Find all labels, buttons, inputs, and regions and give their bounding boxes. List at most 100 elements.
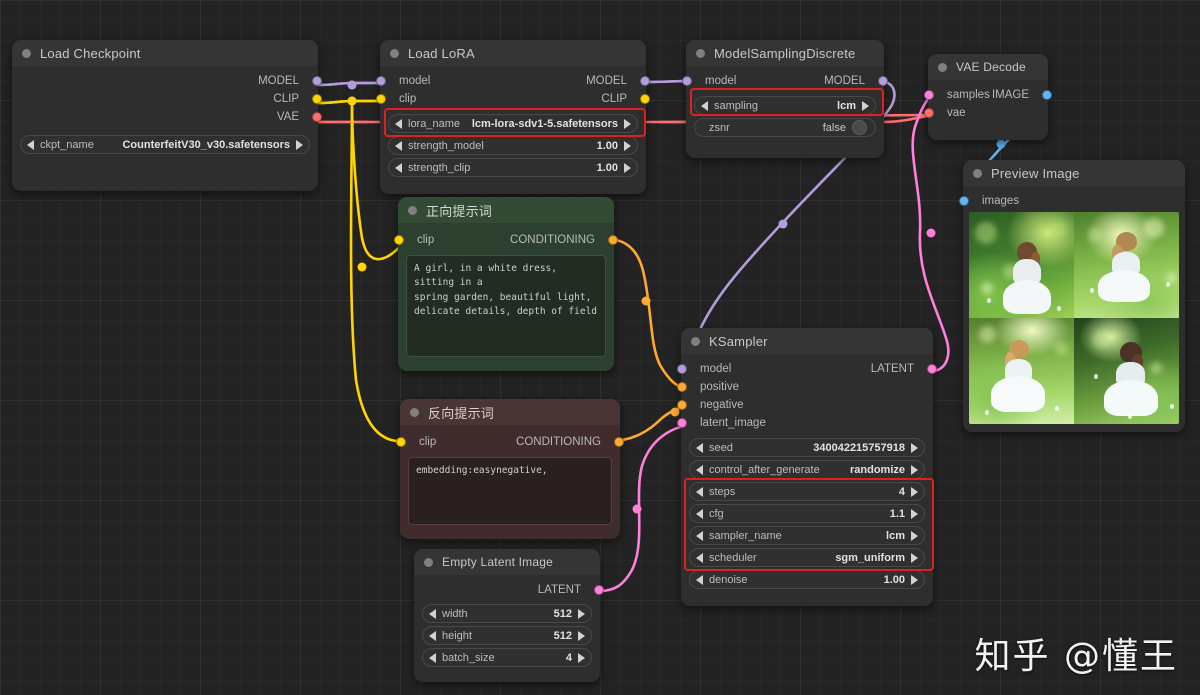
widget-strength-clip[interactable]: strength_clip 1.00 xyxy=(388,158,638,177)
increment-arrow-icon[interactable] xyxy=(862,100,869,111)
increment-arrow-icon[interactable] xyxy=(911,486,918,497)
widget-height[interactable]: height 512 xyxy=(422,626,592,645)
increment-arrow-icon[interactable] xyxy=(911,574,918,585)
slot-row-samples-image[interactable]: samples IMAGE xyxy=(924,86,1052,104)
port-dot-conditioning[interactable] xyxy=(614,437,624,447)
collapse-dot-icon[interactable] xyxy=(22,48,31,58)
increment-arrow-icon[interactable] xyxy=(911,508,918,519)
port-dot-latent-out[interactable] xyxy=(927,364,937,374)
port-dot-images[interactable] xyxy=(959,196,969,206)
widget-zsnr[interactable]: zsnr false xyxy=(694,118,876,137)
decrement-arrow-icon[interactable] xyxy=(395,118,402,129)
increment-arrow-icon[interactable] xyxy=(296,139,303,150)
toggle-knob-icon[interactable] xyxy=(852,120,867,135)
node-header-empty-latent-image[interactable]: Empty Latent Image xyxy=(414,549,600,575)
port-dot-latent[interactable] xyxy=(594,585,604,595)
widget-ckpt-name[interactable]: ckpt_name CounterfeitV30_v30.safetensors xyxy=(20,135,310,154)
collapse-dot-icon[interactable] xyxy=(938,62,947,72)
port-dot-clip[interactable] xyxy=(396,437,406,447)
decrement-arrow-icon[interactable] xyxy=(429,608,436,619)
collapse-dot-icon[interactable] xyxy=(691,336,700,346)
decrement-arrow-icon[interactable] xyxy=(27,139,34,150)
port-dot-vae[interactable] xyxy=(312,112,322,122)
node-ksampler[interactable]: KSampler model LATENT positive negative … xyxy=(677,328,937,606)
slot-row-positive[interactable]: positive xyxy=(677,378,933,396)
slot-row-model[interactable]: model MODEL xyxy=(682,72,888,90)
node-header-positive-prompt[interactable]: 正向提示词 xyxy=(398,197,614,223)
port-dot-model[interactable] xyxy=(677,364,687,374)
widget-sampling[interactable]: sampling lcm xyxy=(694,96,876,115)
increment-arrow-icon[interactable] xyxy=(624,118,631,129)
decrement-arrow-icon[interactable] xyxy=(696,530,703,541)
port-dot-latent-image[interactable] xyxy=(677,418,687,428)
decrement-arrow-icon[interactable] xyxy=(429,652,436,663)
decrement-arrow-icon[interactable] xyxy=(696,464,703,475)
node-header-vae-decode[interactable]: VAE Decode xyxy=(928,54,1048,80)
output-slot-clip[interactable]: CLIP xyxy=(12,90,322,108)
increment-arrow-icon[interactable] xyxy=(911,552,918,563)
slot-row-vae[interactable]: vae xyxy=(924,104,1048,122)
node-negative-prompt[interactable]: 反向提示词 clip CONDITIONING embedding:easyne… xyxy=(396,399,624,539)
widget-width[interactable]: width 512 xyxy=(422,604,592,623)
slot-row-negative[interactable]: negative xyxy=(677,396,933,414)
port-dot-conditioning[interactable] xyxy=(608,235,618,245)
node-load-checkpoint[interactable]: Load Checkpoint MODEL CLIP VAE ckpt_name… xyxy=(12,40,322,191)
increment-arrow-icon[interactable] xyxy=(624,162,631,173)
port-dot-model-in[interactable] xyxy=(376,76,386,86)
increment-arrow-icon[interactable] xyxy=(911,464,918,475)
decrement-arrow-icon[interactable] xyxy=(696,508,703,519)
decrement-arrow-icon[interactable] xyxy=(696,486,703,497)
increment-arrow-icon[interactable] xyxy=(911,442,918,453)
node-header-preview-image[interactable]: Preview Image xyxy=(963,160,1185,186)
decrement-arrow-icon[interactable] xyxy=(696,442,703,453)
widget-scheduler[interactable]: scheduler sgm_uniform xyxy=(689,548,925,567)
port-dot-image[interactable] xyxy=(1042,90,1052,100)
port-dot-clip[interactable] xyxy=(312,94,322,104)
slot-row-model-latent[interactable]: model LATENT xyxy=(677,360,937,378)
slot-row-clip[interactable]: clip CLIP xyxy=(376,90,650,108)
output-slot-model[interactable]: MODEL xyxy=(12,72,322,90)
collapse-dot-icon[interactable] xyxy=(410,407,419,417)
node-header-negative-prompt[interactable]: 反向提示词 xyxy=(400,399,620,425)
output-slot-vae[interactable]: VAE xyxy=(12,108,322,126)
increment-arrow-icon[interactable] xyxy=(578,608,585,619)
node-header-model-sampling-discrete[interactable]: ModelSamplingDiscrete xyxy=(686,40,884,66)
increment-arrow-icon[interactable] xyxy=(578,652,585,663)
port-dot-vae[interactable] xyxy=(924,108,934,118)
port-dot-clip-out[interactable] xyxy=(640,94,650,104)
widget-denoise[interactable]: denoise 1.00 xyxy=(689,570,925,589)
node-vae-decode[interactable]: VAE Decode samples IMAGE vae xyxy=(924,54,1052,140)
port-dot-model-out[interactable] xyxy=(640,76,650,86)
port-dot-clip[interactable] xyxy=(394,235,404,245)
prompt-textarea-positive[interactable]: A girl, in a white dress, sitting in a s… xyxy=(406,255,606,357)
decrement-arrow-icon[interactable] xyxy=(429,630,436,641)
preview-image-grid[interactable] xyxy=(969,212,1179,424)
port-dot-positive[interactable] xyxy=(677,382,687,392)
port-dot-clip-in[interactable] xyxy=(376,94,386,104)
node-model-sampling-discrete[interactable]: ModelSamplingDiscrete model MODEL sampli… xyxy=(682,40,888,158)
node-positive-prompt[interactable]: 正向提示词 clip CONDITIONING A girl, in a whi… xyxy=(394,197,618,371)
decrement-arrow-icon[interactable] xyxy=(696,552,703,563)
increment-arrow-icon[interactable] xyxy=(624,140,631,151)
preview-thumbnail[interactable] xyxy=(969,212,1074,318)
slot-row-latent-image[interactable]: latent_image xyxy=(677,414,933,432)
decrement-arrow-icon[interactable] xyxy=(395,140,402,151)
preview-thumbnail[interactable] xyxy=(969,318,1074,424)
widget-control-after-generate[interactable]: control_after_generate randomize xyxy=(689,460,925,479)
increment-arrow-icon[interactable] xyxy=(911,530,918,541)
comfyui-graph-canvas[interactable]: Load Checkpoint MODEL CLIP VAE ckpt_name… xyxy=(0,0,1200,695)
preview-thumbnail[interactable] xyxy=(1074,212,1179,318)
widget-batch-size[interactable]: batch_size 4 xyxy=(422,648,592,667)
widget-cfg[interactable]: cfg 1.1 xyxy=(689,504,925,523)
node-empty-latent-image[interactable]: Empty Latent Image LATENT width 512 heig… xyxy=(414,549,604,682)
port-dot-samples[interactable] xyxy=(924,90,934,100)
widget-steps[interactable]: steps 4 xyxy=(689,482,925,501)
decrement-arrow-icon[interactable] xyxy=(696,574,703,585)
collapse-dot-icon[interactable] xyxy=(973,168,982,178)
widget-sampler-name[interactable]: sampler_name lcm xyxy=(689,526,925,545)
slot-row-clip-conditioning[interactable]: clip CONDITIONING xyxy=(394,229,618,251)
collapse-dot-icon[interactable] xyxy=(696,48,705,58)
port-dot-negative[interactable] xyxy=(677,400,687,410)
collapse-dot-icon[interactable] xyxy=(408,205,417,215)
slot-row-model[interactable]: model MODEL xyxy=(376,72,650,90)
